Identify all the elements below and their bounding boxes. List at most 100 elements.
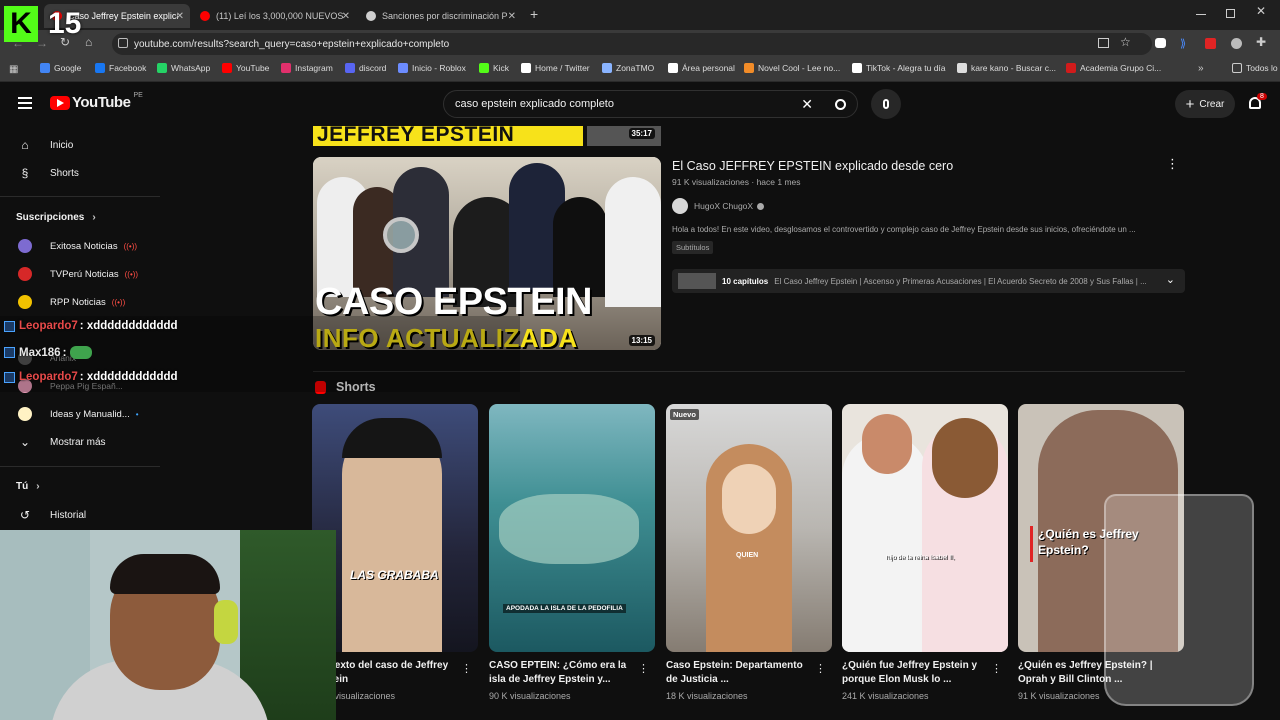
bookmark-item[interactable]: Novel Cool - Lee no...	[744, 63, 840, 73]
show-more-button[interactable]: ⌄ Mostrar más	[18, 435, 106, 449]
browser-tab[interactable]: Sanciones por discriminación P ✕	[358, 4, 522, 28]
duration-badge: 13:15	[628, 335, 655, 346]
sidebar-item-shorts[interactable]: § Shorts	[18, 166, 79, 180]
minimize-window-icon[interactable]	[1196, 14, 1206, 15]
browser-tab[interactable]: (11) Leí los 3,000,000 NUEVOS ✕	[192, 4, 356, 28]
home-icon[interactable]: ⌂	[85, 35, 92, 49]
extension-icon[interactable]	[1205, 38, 1216, 49]
more-actions-icon[interactable]: ⋮	[461, 662, 472, 675]
apps-grid-icon[interactable]: ▦	[9, 64, 18, 75]
close-tab-icon[interactable]: ✕	[508, 11, 516, 22]
chat-text: : xdddddddddddd	[79, 320, 178, 332]
subscription-label: Ideas y Manualid...	[50, 408, 130, 420]
youtube-logo[interactable]: YouTube PE	[50, 92, 143, 111]
chat-username: Leopardo7	[19, 371, 78, 383]
bookmark-label: YouTube	[236, 63, 270, 73]
duration-badge: 35:17	[628, 128, 655, 139]
short-title[interactable]: CASO EPTEIN: ¿Cómo era la isla de Jeffre…	[489, 659, 639, 687]
hamburger-menu-icon[interactable]	[18, 97, 32, 109]
bookmark-item[interactable]: Google	[40, 63, 81, 73]
pepe-emote-icon	[70, 346, 93, 359]
bookmark-label: WhatsApp	[171, 63, 211, 73]
bookmark-item[interactable]: Kick	[479, 63, 509, 73]
install-icon[interactable]	[1098, 38, 1109, 48]
all-bookmarks-item[interactable]: Todos lo	[1232, 63, 1278, 73]
bookmark-item[interactable]: Home / Twitter	[521, 63, 590, 73]
bookmark-item[interactable]: kare kano - Buscar c...	[957, 63, 1056, 73]
more-actions-icon[interactable]: ⋮	[638, 662, 649, 675]
sidebar-item-historial[interactable]: ↺ Historial	[18, 508, 86, 522]
short-thumbnail[interactable]: LAS GRABABA	[312, 404, 478, 652]
more-actions-icon[interactable]: ⋮	[991, 662, 1002, 675]
extension-icon[interactable]: ⟫	[1180, 37, 1186, 50]
browser-tab-strip: Caso Jeffrey Epstein explicado com ✕ (11…	[0, 0, 1280, 30]
bookmark-item[interactable]: Academia Grupo Ci...	[1066, 63, 1161, 73]
bookmark-favicon-icon	[1066, 63, 1076, 73]
chapters-bar[interactable]: 10 capítulos El Caso Jeffrey Epstein | A…	[672, 269, 1185, 293]
sidebar-item-inicio[interactable]: ⌂ Inicio	[18, 138, 73, 152]
short-thumbnail[interactable]: hijo de la reina Isabel II,	[842, 404, 1008, 652]
bookmark-favicon-icon	[602, 63, 612, 73]
bookmark-item[interactable]: WhatsApp	[157, 63, 210, 73]
bookmark-item[interactable]: Inicio - Roblox	[398, 63, 466, 73]
url-field[interactable]: youtube.com/results?search_query=caso+ep…	[112, 33, 1152, 55]
clear-search-icon[interactable]: ✕	[801, 96, 813, 113]
more-actions-icon[interactable]: ⋮	[815, 662, 826, 675]
sidebar-item-subscription[interactable]: Exitosa Noticias ((•))	[18, 239, 137, 253]
voice-search-button[interactable]	[871, 89, 901, 119]
bookmark-item[interactable]: discord	[345, 63, 386, 73]
you-section-header[interactable]: Tú ›	[16, 481, 40, 492]
bookmark-item[interactable]: ZonaTMO	[602, 63, 654, 73]
bookmark-label: discord	[359, 63, 387, 73]
search-input[interactable]: caso epstein explicado completo ✕	[443, 90, 858, 118]
bookmark-item[interactable]: Facebook	[95, 63, 146, 73]
bookmark-label: Academia Grupo Ci...	[1080, 63, 1162, 73]
chat-message: Leopardo7 : xdddddddddddd	[4, 371, 178, 383]
logo-text: YouTube	[72, 94, 131, 111]
video-title[interactable]: El Caso JEFFREY EPSTEIN explicado desde …	[672, 159, 953, 173]
subscriptions-header[interactable]: Suscripciones ›	[16, 212, 96, 223]
previous-video-thumbnail[interactable]: JEFFREY EPSTEIN 35:17	[313, 126, 661, 146]
magnifier-icon	[383, 217, 419, 253]
tab-label: Caso Jeffrey Epstein explicado com	[68, 11, 178, 21]
short-thumbnail[interactable]: APODADA LA ISLA DE LA PEDOFILIA	[489, 404, 655, 652]
sidebar-item-subscription[interactable]: Ideas y Manualid... •	[18, 407, 139, 421]
star-bookmark-icon[interactable]: ☆	[1120, 35, 1131, 49]
more-actions-icon[interactable]: ⋮	[1166, 156, 1179, 172]
bookmarks-overflow-icon[interactable]: »	[1198, 63, 1204, 74]
sidebar-item-subscription[interactable]: TVPerú Noticias ((•))	[18, 267, 138, 281]
short-thumbnail[interactable]: Nuevo QUIEN	[666, 404, 832, 652]
person-figure	[605, 177, 661, 307]
short-overlay-text: QUIEN	[736, 552, 759, 559]
close-tab-icon[interactable]: ✕	[176, 11, 184, 22]
site-info-icon[interactable]	[118, 38, 128, 48]
create-button[interactable]: + Crear	[1175, 90, 1235, 118]
close-window-icon[interactable]: ✕	[1256, 4, 1266, 18]
channel-row[interactable]: HugoX ChugoX	[672, 198, 765, 214]
chevron-down-icon[interactable]: ⌄	[1166, 273, 1175, 286]
close-tab-icon[interactable]: ✕	[342, 11, 350, 22]
extensions-puzzle-icon[interactable]: ✚	[1256, 35, 1266, 49]
sidebar-item-subscription[interactable]: RPP Noticias ((•))	[18, 295, 125, 309]
bookmark-item[interactable]: YouTube	[222, 63, 269, 73]
person-face	[862, 414, 912, 474]
notifications-button[interactable]: 8	[1249, 93, 1267, 114]
extension-icon[interactable]	[1231, 38, 1242, 49]
short-title[interactable]: ¿Quién fue Jeffrey Epstein y porque Elon…	[842, 659, 992, 687]
bookmark-favicon-icon	[957, 63, 967, 73]
maximize-window-icon[interactable]	[1226, 9, 1235, 18]
extension-icon[interactable]	[1155, 38, 1166, 48]
search-button[interactable]	[825, 90, 855, 118]
channel-avatar	[672, 198, 688, 214]
person-hair	[932, 418, 998, 498]
bookmark-item[interactable]: Área personal	[668, 63, 735, 73]
short-title[interactable]: Caso Epstein: Departamento de Justicia .…	[666, 659, 816, 687]
channel-avatar	[18, 295, 32, 309]
new-tab-button[interactable]: +	[530, 6, 538, 22]
bookmark-label: Kick	[493, 63, 510, 73]
bookmark-item[interactable]: Instagram	[281, 63, 333, 73]
url-text: youtube.com/results?search_query=caso+ep…	[134, 38, 450, 50]
island-reef	[499, 494, 639, 564]
globe-favicon-icon	[366, 11, 376, 21]
bookmark-item[interactable]: TikTok - Alegra tu día	[852, 63, 946, 73]
